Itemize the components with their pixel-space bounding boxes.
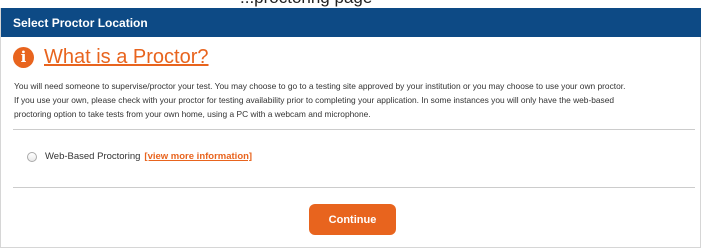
divider xyxy=(13,187,695,188)
info-icon: i xyxy=(13,46,34,68)
description-line: If you use your own, please check with y… xyxy=(14,95,615,105)
what-is-proctor-link[interactable]: What is a Proctor? xyxy=(44,46,209,69)
panel-title: Select Proctor Location xyxy=(13,16,148,30)
option-web-based-proctoring: Web-Based Proctoring [view more informat… xyxy=(27,151,252,162)
proctor-description: You will need someone to supervise/proct… xyxy=(14,79,699,121)
description-line: You will need someone to supervise/proct… xyxy=(14,81,626,91)
web-based-proctoring-radio[interactable] xyxy=(27,151,37,162)
description-line: proctoring option to take tests from you… xyxy=(14,109,371,119)
option-label: Web-Based Proctoring xyxy=(45,151,141,162)
info-heading: i What is a Proctor? xyxy=(13,44,209,70)
partial-heading-text: ...proctoring page xyxy=(240,0,372,8)
proctor-location-panel: Select Proctor Location i What is a Proc… xyxy=(0,8,701,248)
divider xyxy=(13,129,695,130)
page-header-partial: ...proctoring page xyxy=(0,0,702,8)
continue-button[interactable]: Continue xyxy=(309,204,396,235)
view-more-information-link[interactable]: [view more information] xyxy=(144,151,252,162)
panel-header: Select Proctor Location xyxy=(1,8,701,37)
